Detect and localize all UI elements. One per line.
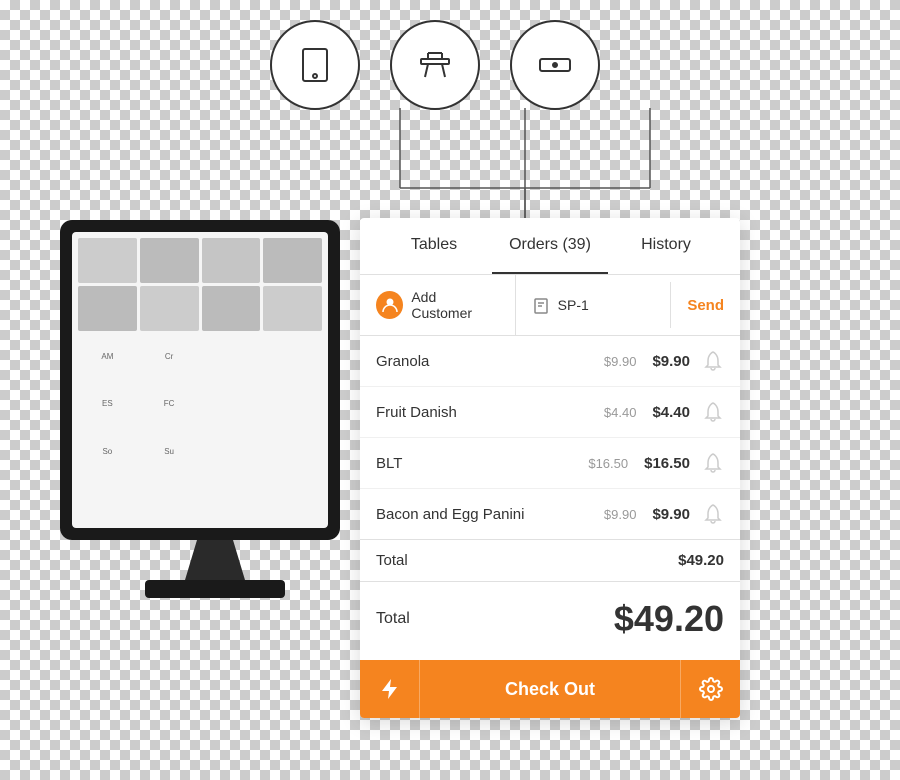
item-total-blt: $16.50 — [644, 455, 690, 472]
item-name-blt: BLT — [376, 455, 588, 472]
tab-history[interactable]: History — [608, 218, 724, 274]
subtotal-row: Total $49.20 — [360, 540, 740, 582]
item-total-fruit-danish: $4.40 — [652, 404, 690, 421]
monitor-frame: AM Cr ES FC So Su — [60, 220, 340, 540]
bell-icon-blt[interactable] — [702, 452, 724, 474]
item-unit-price-granola: $9.90 — [604, 354, 637, 369]
order-id-field: SP-1 — [516, 282, 672, 328]
lightning-button[interactable] — [360, 660, 420, 718]
total-row: Total $49.20 — [360, 582, 740, 660]
bell-icon-fruit-danish[interactable] — [702, 401, 724, 423]
person-icon — [381, 296, 399, 314]
order-id-label: SP-1 — [558, 297, 589, 313]
total-value: $49.20 — [614, 598, 724, 640]
order-row-fruit-danish: Fruit Danish $4.40 $4.40 — [360, 387, 740, 438]
item-name-fruit-danish: Fruit Danish — [376, 404, 604, 421]
pos-panel: Tables Orders (39) History Add Customer … — [360, 218, 740, 718]
bell-icon-bacon-panini[interactable] — [702, 503, 724, 525]
item-name-granola: Granola — [376, 353, 604, 370]
tab-bar: Tables Orders (39) History — [360, 218, 740, 275]
table-icon-circle — [390, 20, 480, 110]
add-customer-label: Add Customer — [411, 289, 498, 321]
order-action-bar: Add Customer SP-1 Send — [360, 275, 740, 336]
checkout-bar: Check Out — [360, 660, 740, 718]
tablet-icon — [293, 43, 337, 87]
customer-icon — [376, 291, 403, 319]
device-icons-row — [270, 20, 600, 110]
tablet-icon-circle — [270, 20, 360, 110]
item-unit-price-bacon-panini: $9.90 — [604, 507, 637, 522]
item-total-bacon-panini: $9.90 — [652, 506, 690, 523]
bell-icon-granola[interactable] — [702, 350, 724, 372]
item-unit-price-blt: $16.50 — [588, 456, 628, 471]
add-customer-button[interactable]: Add Customer — [360, 275, 516, 335]
edit-icon — [532, 296, 550, 314]
monitor-base — [145, 580, 285, 598]
tab-orders[interactable]: Orders (39) — [492, 218, 608, 274]
order-row-granola: Granola $9.90 $9.90 — [360, 336, 740, 387]
table-icon — [413, 43, 457, 87]
subtotal-label: Total — [376, 552, 408, 569]
total-label: Total — [376, 610, 410, 628]
gear-icon — [699, 677, 723, 701]
send-button[interactable]: Send — [671, 283, 740, 328]
receipt-icon-circle — [510, 20, 600, 110]
settings-button[interactable] — [680, 660, 740, 718]
order-row-blt: BLT $16.50 $16.50 — [360, 438, 740, 489]
monitor-screen: AM Cr ES FC So Su — [72, 232, 328, 528]
checkout-button[interactable]: Check Out — [420, 660, 680, 718]
tab-tables[interactable]: Tables — [376, 218, 492, 274]
item-name-bacon-panini: Bacon and Egg Panini — [376, 506, 604, 523]
monitor-stand — [185, 540, 245, 580]
item-total-granola: $9.90 — [652, 353, 690, 370]
pos-monitor: AM Cr ES FC So Su — [60, 220, 370, 640]
receipt-icon — [533, 43, 577, 87]
item-unit-price-fruit-danish: $4.40 — [604, 405, 637, 420]
order-items-list: Granola $9.90 $9.90 Fruit Danish $4.40 $… — [360, 336, 740, 540]
order-row-bacon-panini: Bacon and Egg Panini $9.90 $9.90 — [360, 489, 740, 539]
lightning-icon — [378, 677, 402, 701]
subtotal-value: $49.20 — [678, 552, 724, 569]
